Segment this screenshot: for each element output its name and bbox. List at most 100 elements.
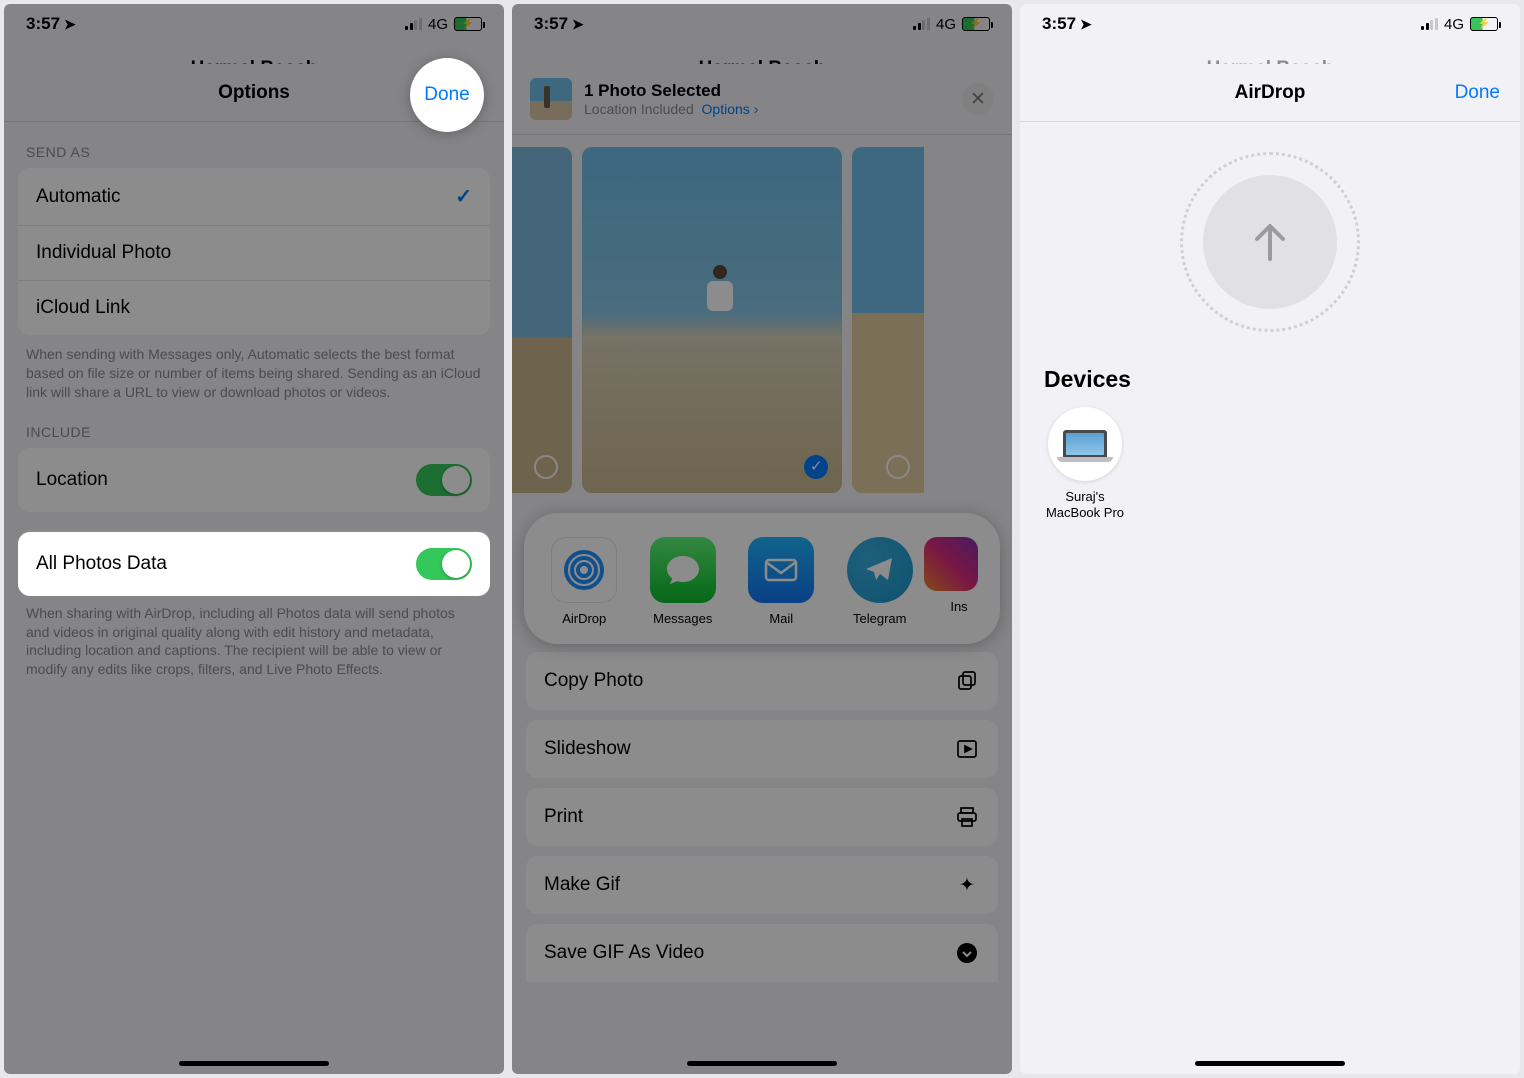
location-toggle[interactable] bbox=[416, 464, 472, 496]
app-label: AirDrop bbox=[550, 611, 619, 626]
pulse-ring-icon bbox=[1180, 152, 1360, 332]
status-time: 3:57 bbox=[534, 14, 568, 34]
status-bar: 3:57 ➤ 4G ⚡ bbox=[512, 4, 1012, 44]
action-print[interactable]: Print bbox=[526, 788, 998, 846]
option-automatic[interactable]: Automatic ✓ bbox=[18, 168, 490, 226]
done-button-label: Done bbox=[424, 84, 469, 106]
include-list: Location bbox=[18, 448, 490, 512]
options-link[interactable]: Options bbox=[702, 101, 750, 117]
circle-down-icon bbox=[954, 940, 980, 966]
option-individual-photo[interactable]: Individual Photo bbox=[18, 226, 490, 281]
panel-airdrop-screen: 3:57 ➤ 4G ⚡ Harmal Beach AirDrop Done De… bbox=[1020, 4, 1520, 1074]
devices-section-label: Devices bbox=[1020, 362, 1520, 407]
action-label: Make Gif bbox=[544, 874, 620, 896]
photo-thumbnail-selected[interactable] bbox=[582, 147, 842, 493]
panel-options-screen: 3:57 ➤ 4G ⚡ Harmal Beach Options Done SE… bbox=[4, 4, 504, 1074]
status-bar: 3:57 ➤ 4G ⚡ bbox=[4, 4, 504, 44]
app-label: Ins bbox=[950, 599, 967, 614]
network-type: 4G bbox=[1444, 16, 1464, 33]
battery-icon: ⚡ bbox=[1470, 17, 1498, 31]
app-label: Mail bbox=[747, 611, 816, 626]
send-as-section-label: SEND AS bbox=[4, 122, 504, 168]
action-copy-photo[interactable]: Copy Photo bbox=[526, 652, 998, 710]
sparkle-icon: ✦ bbox=[954, 872, 980, 898]
action-label: Slideshow bbox=[544, 738, 631, 760]
action-make-gif[interactable]: Make Gif ✦ bbox=[526, 856, 998, 914]
airdrop-sheet: AirDrop Done Devices Suraj's MacBook Pro bbox=[1020, 64, 1520, 1074]
close-icon: ✕ bbox=[970, 88, 986, 111]
share-app-instagram-peek[interactable]: Ins bbox=[944, 537, 974, 614]
panel-share-sheet-screen: 3:57 ➤ 4G ⚡ Harmal Beach 1 Photo Selecte… bbox=[512, 4, 1012, 1074]
selection-ring[interactable] bbox=[886, 455, 910, 479]
network-type: 4G bbox=[428, 16, 448, 33]
airdrop-searching-animation bbox=[1020, 122, 1520, 362]
share-sheet-header: 1 Photo Selected Location Included Optio… bbox=[512, 64, 1012, 135]
close-button[interactable]: ✕ bbox=[962, 83, 994, 115]
all-photos-toggle[interactable] bbox=[416, 548, 472, 580]
selection-ring[interactable] bbox=[534, 455, 558, 479]
share-app-telegram[interactable]: Telegram bbox=[846, 537, 915, 626]
action-label: Print bbox=[544, 806, 583, 828]
share-app-airdrop[interactable]: AirDrop bbox=[550, 537, 619, 626]
row-label: Location bbox=[36, 469, 108, 491]
chevron-right-icon: › bbox=[754, 101, 759, 117]
share-apps-row: AirDrop Messages Mail Telegram bbox=[524, 513, 1000, 644]
airdrop-device[interactable]: Suraj's MacBook Pro bbox=[1040, 407, 1130, 522]
share-actions-list: Copy Photo Slideshow Print Make Gif ✦ bbox=[526, 652, 998, 982]
send-as-options-list: Automatic ✓ Individual Photo iCloud Link bbox=[18, 168, 490, 335]
option-label: Individual Photo bbox=[36, 242, 171, 264]
status-time: 3:57 bbox=[1042, 14, 1076, 34]
status-bar: 3:57 ➤ 4G ⚡ bbox=[1020, 4, 1520, 44]
telegram-icon bbox=[847, 537, 913, 603]
checkmark-icon: ✓ bbox=[455, 184, 472, 209]
share-thumbnail bbox=[530, 78, 572, 120]
cellular-bars-icon bbox=[1421, 18, 1438, 30]
copy-icon bbox=[954, 668, 980, 694]
option-icloud-link[interactable]: iCloud Link bbox=[18, 281, 490, 335]
app-label: Telegram bbox=[846, 611, 915, 626]
mail-icon bbox=[748, 537, 814, 603]
cellular-bars-icon bbox=[913, 18, 930, 30]
sheet-title: AirDrop bbox=[1020, 82, 1520, 104]
cellular-bars-icon bbox=[405, 18, 422, 30]
device-avatar bbox=[1048, 407, 1122, 481]
share-sheet: 1 Photo Selected Location Included Optio… bbox=[512, 64, 1012, 1074]
selection-ring-checked[interactable] bbox=[804, 455, 828, 479]
action-label: Save GIF As Video bbox=[544, 942, 704, 964]
option-label: iCloud Link bbox=[36, 297, 130, 319]
play-icon bbox=[954, 736, 980, 762]
share-app-mail[interactable]: Mail bbox=[747, 537, 816, 626]
app-label: Messages bbox=[649, 611, 718, 626]
device-name-label: Suraj's MacBook Pro bbox=[1040, 489, 1130, 522]
send-as-footer: When sending with Messages only, Automat… bbox=[4, 335, 504, 402]
all-photos-footer: When sharing with AirDrop, including all… bbox=[4, 594, 504, 680]
row-label: All Photos Data bbox=[36, 553, 167, 575]
instagram-icon bbox=[924, 537, 978, 591]
photo-thumbnail[interactable] bbox=[852, 147, 924, 493]
airdrop-icon bbox=[551, 537, 617, 603]
status-time: 3:57 bbox=[26, 14, 60, 34]
location-services-icon: ➤ bbox=[572, 16, 584, 33]
home-indicator[interactable] bbox=[1195, 1061, 1345, 1066]
macbook-icon bbox=[1063, 430, 1107, 458]
location-services-icon: ➤ bbox=[1080, 16, 1092, 33]
print-icon bbox=[954, 804, 980, 830]
location-included-label: Location Included bbox=[584, 101, 694, 117]
selected-count: 1 Photo Selected bbox=[584, 81, 950, 101]
home-indicator[interactable] bbox=[179, 1061, 329, 1066]
share-subtitle: Location Included Options › bbox=[584, 101, 950, 117]
action-save-gif-as-video[interactable]: Save GIF As Video bbox=[526, 924, 998, 982]
option-label: Automatic bbox=[36, 186, 120, 208]
photo-thumbnail[interactable] bbox=[512, 147, 572, 493]
location-toggle-row[interactable]: Location bbox=[18, 448, 490, 512]
action-slideshow[interactable]: Slideshow bbox=[526, 720, 998, 778]
share-app-messages[interactable]: Messages bbox=[649, 537, 718, 626]
home-indicator[interactable] bbox=[687, 1061, 837, 1066]
network-type: 4G bbox=[936, 16, 956, 33]
done-button[interactable]: Done bbox=[410, 58, 484, 132]
messages-icon bbox=[650, 537, 716, 603]
location-services-icon: ➤ bbox=[64, 16, 76, 33]
photo-carousel[interactable] bbox=[512, 135, 1012, 505]
all-photos-data-row[interactable]: All Photos Data bbox=[18, 532, 490, 596]
include-section-label: INCLUDE bbox=[4, 402, 504, 448]
